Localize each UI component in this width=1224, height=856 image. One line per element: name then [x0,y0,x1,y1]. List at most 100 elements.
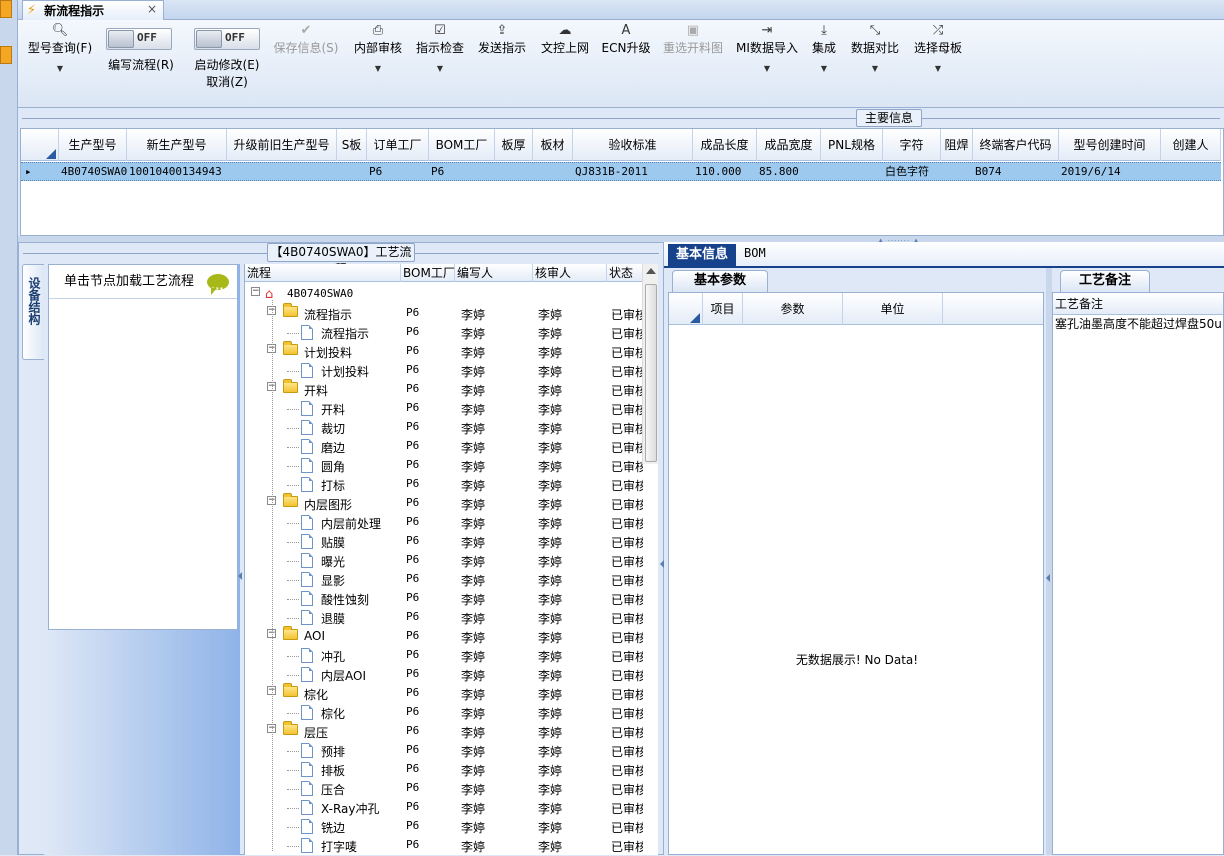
tree-row[interactable]: 裁切 P6 李婷 李婷 已审核 [245,419,645,438]
node-panel[interactable]: 单击节点加载工艺流程 [48,264,238,630]
column-header[interactable]: 阻焊 [941,129,973,161]
notes-value[interactable]: 塞孔油墨高度不能超过焊盘50um [1053,315,1223,333]
column-header[interactable]: 板厚 [495,129,533,161]
column-header[interactable]: 单位 [843,293,943,325]
chevron-down-icon[interactable]: ▼ [910,64,966,73]
tab-process-notes[interactable]: 工艺备注 [1060,270,1150,292]
tree-row[interactable]: 显影 P6 李婷 李婷 已审核 [245,571,645,590]
chevron-down-icon[interactable]: ▼ [350,64,406,73]
tree-row[interactable]: 贴膜 P6 李婷 李婷 已审核 [245,533,645,552]
table-cell[interactable] [1161,163,1221,180]
tree-row[interactable]: − 层压 P6 李婷 李婷 已审核 [245,721,645,742]
table-cell[interactable]: 2019/6/14 [1059,163,1161,180]
collapse-icon[interactable]: − [251,287,260,296]
tree-row[interactable]: 铣边 P6 李婷 李婷 已审核 [245,818,645,837]
tree-row[interactable]: 计划投料 P6 李婷 李婷 已审核 [245,362,645,381]
tree-row[interactable]: X-Ray冲孔 P6 李婷 李婷 已审核 [245,799,645,818]
collapse-arrow-icon[interactable] [1046,574,1050,582]
start-modify-label[interactable]: 启动修改(E) [184,56,270,73]
table-cell[interactable] [227,163,337,180]
tab-bom[interactable]: BOM [744,246,766,260]
tree-row[interactable]: 酸性蚀刻 P6 李婷 李婷 已审核 [245,590,645,609]
column-header[interactable]: S板 [337,129,367,161]
side-tab-equipment[interactable]: 设备结构 [22,264,44,360]
tree-row[interactable]: 棕化 P6 李婷 李婷 已审核 [245,704,645,723]
table-cell[interactable] [941,163,973,180]
column-header[interactable]: 生产型号 [59,129,127,161]
tree-scrollbar[interactable] [642,264,658,464]
mi-import-button[interactable]: ⇥ MI数据导入 ▼ [734,22,800,73]
check-button[interactable]: ☑ 指示检查 ▼ [412,22,468,73]
query-button[interactable]: 🔍︎ 型号查询(F) ▼ [24,22,96,73]
table-cell[interactable]: 10010400134943 [127,163,227,180]
table-cell[interactable]: 110.000 [693,163,757,180]
doc-upload-button[interactable]: ☁ 文控上网 [536,22,594,56]
column-header[interactable]: BOM工厂 [401,264,455,282]
table-cell[interactable]: P6 [429,163,495,180]
edit-flow-label[interactable]: 编写流程(R) [100,56,182,73]
tree-row[interactable]: − 计划投料 P6 李婷 李婷 已审核 [245,341,645,362]
column-header[interactable]: 板材 [533,129,573,161]
scroll-thumb[interactable] [645,284,657,462]
column-header[interactable]: BOM工厂 [429,129,495,161]
table-cell[interactable]: 白色字符 [883,163,941,180]
column-header[interactable]: 成品宽度 [757,129,821,161]
column-header[interactable]: 核审人 [533,264,607,282]
column-header[interactable]: 升级前旧生产型号 [227,129,337,161]
start-modify-toggle[interactable]: OFF [194,28,260,50]
select-mother-button[interactable]: ⤮ 选择母板 ▼ [910,22,966,73]
column-header[interactable]: 项目 [703,293,743,325]
compare-button[interactable]: ⤡ 数据对比 ▼ [848,22,902,73]
column-header[interactable]: 验收标准 [573,129,693,161]
chevron-down-icon[interactable]: ▼ [848,64,902,73]
integrate-button[interactable]: ⤓ 集成 ▼ [806,22,842,73]
table-cell[interactable] [337,163,367,180]
tree-row[interactable]: 退膜 P6 李婷 李婷 已审核 [245,609,645,628]
table-cell[interactable]: QJ831B-2011 [573,163,693,180]
notes-header[interactable]: 工艺备注 [1053,293,1223,315]
send-button[interactable]: ⇪ 发送指示 [474,22,530,56]
tree-row[interactable]: 开料 P6 李婷 李婷 已审核 [245,400,645,419]
chevron-down-icon[interactable]: ▼ [806,64,842,73]
collapse-arrow-icon[interactable] [238,572,242,580]
column-header[interactable]: 新生产型号 [127,129,227,161]
column-header[interactable]: 编写人 [455,264,533,282]
column-header[interactable]: 流程 [245,264,401,282]
column-header[interactable]: 创建人 [1161,129,1221,161]
table-row[interactable]: ▸ 4B0740SWA0 10010400134943 P6 P6 QJ831B-2011… [21,162,1221,181]
column-header[interactable]: 字符 [883,129,941,161]
tree-row[interactable]: 流程指示 P6 李婷 李婷 已审核 [245,324,645,343]
tree-row[interactable]: − 流程指示 P6 李婷 李婷 已审核 [245,303,645,324]
tree-row[interactable]: 冲孔 P6 李婷 李婷 已审核 [245,647,645,666]
tab-new-flow[interactable]: ⚡ 新流程指示 × [22,0,164,20]
column-header[interactable]: 参数 [743,293,843,325]
basic-params-grid[interactable]: 项目 参数 单位 无数据展示! No Data! [668,292,1044,855]
close-icon[interactable]: × [147,2,157,16]
save-button[interactable]: ✔ 保存信息(S) [270,22,342,56]
tree-root[interactable]: − ⌂ 4B0740SWA0 [245,286,645,305]
reselect-button[interactable]: ▣ 重选开料图 [658,22,728,56]
column-header[interactable]: 终端客户代码 [973,129,1059,161]
table-cell[interactable] [533,163,573,180]
tree-row[interactable]: 打字唛 P6 李婷 李婷 已审核 [245,837,645,856]
tree-row[interactable]: 内层AOI P6 李婷 李婷 已审核 [245,666,645,685]
left-collapsed-strip[interactable] [0,0,18,855]
column-header[interactable]: 型号创建时间 [1059,129,1161,161]
ecn-button[interactable]: A ECN升级 [600,22,652,56]
table-cell[interactable]: 85.800 [757,163,821,180]
table-cell[interactable]: B074 [973,163,1059,180]
table-cell[interactable]: 4B0740SWA0 [59,163,127,180]
tree-row[interactable]: − 棕化 P6 李婷 李婷 已审核 [245,683,645,704]
cancel-label[interactable]: 取消(Z) [184,73,270,90]
internal-review-button[interactable]: ⎙ 内部审核 ▼ [350,22,406,73]
tree-row[interactable]: − AOI P6 李婷 李婷 已审核 [245,626,645,647]
flow-tree[interactable]: 流程 BOM工厂 编写人 核审人 状态 − ⌂ 4B0740SWA0− 流程指示 P6 李婷 李婷已… [244,264,658,855]
chevron-down-icon[interactable]: ▼ [734,64,800,73]
table-cell[interactable]: P6 [367,163,429,180]
tree-row[interactable]: 排板 P6 李婷 李婷 已审核 [245,761,645,780]
tree-row[interactable]: 曝光 P6 李婷 李婷 已审核 [245,552,645,571]
tree-row[interactable]: 压合 P6 李婷 李婷 已审核 [245,780,645,799]
tab-basic-params[interactable]: 基本参数 [672,270,768,292]
table-cell[interactable] [821,163,883,180]
tree-row[interactable]: 磨边 P6 李婷 李婷 已审核 [245,438,645,457]
